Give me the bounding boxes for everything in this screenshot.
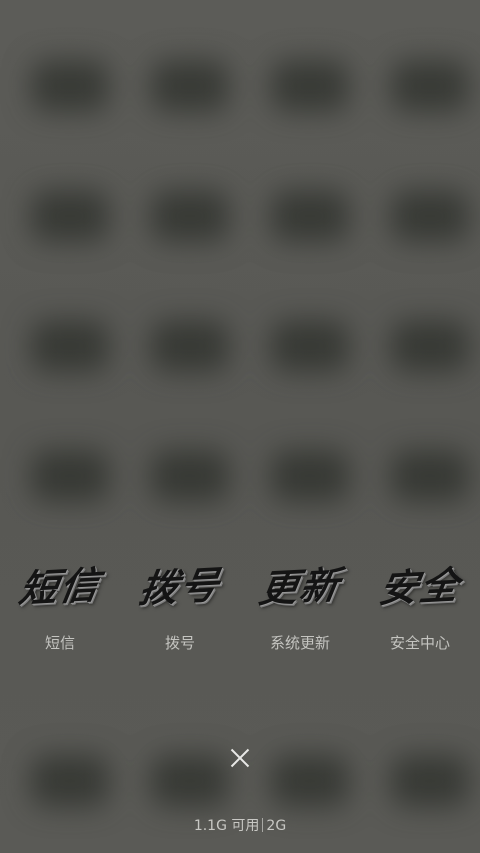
- recent-apps-screen: 短信 短信 拨号 拨号 更新 系统更新 安全 安全中心 1.1G 可用 2G: [0, 0, 480, 853]
- memory-available: 1.1G 可用: [193, 818, 260, 834]
- messages-icon[interactable]: 短信: [0, 559, 125, 615]
- memory-status: 1.1G 可用 2G: [0, 815, 480, 835]
- memory-divider: [262, 818, 264, 832]
- shortcut-messages-label[interactable]: 短信: [0, 632, 120, 653]
- app-shortcut-row: 短信 短信 拨号 拨号 更新 系统更新 安全 安全中心: [0, 560, 480, 660]
- shortcut-system-update[interactable]: 更新 系统更新: [240, 560, 360, 660]
- shortcut-security-center-label[interactable]: 安全中心: [360, 632, 480, 653]
- memory-total: 2G: [266, 818, 287, 834]
- shortcut-security-center[interactable]: 安全 安全中心: [360, 560, 480, 660]
- close-icon[interactable]: [223, 741, 257, 775]
- blurred-home-background: [0, 0, 480, 853]
- security-center-icon[interactable]: 安全: [355, 559, 480, 615]
- shortcut-messages[interactable]: 短信 短信: [0, 560, 120, 660]
- system-update-icon[interactable]: 更新: [235, 559, 364, 615]
- shortcut-dialer[interactable]: 拨号 拨号: [120, 560, 240, 660]
- shortcut-system-update-label[interactable]: 系统更新: [240, 632, 360, 653]
- shortcut-dialer-label[interactable]: 拨号: [120, 632, 240, 653]
- dialer-icon[interactable]: 拨号: [115, 559, 244, 615]
